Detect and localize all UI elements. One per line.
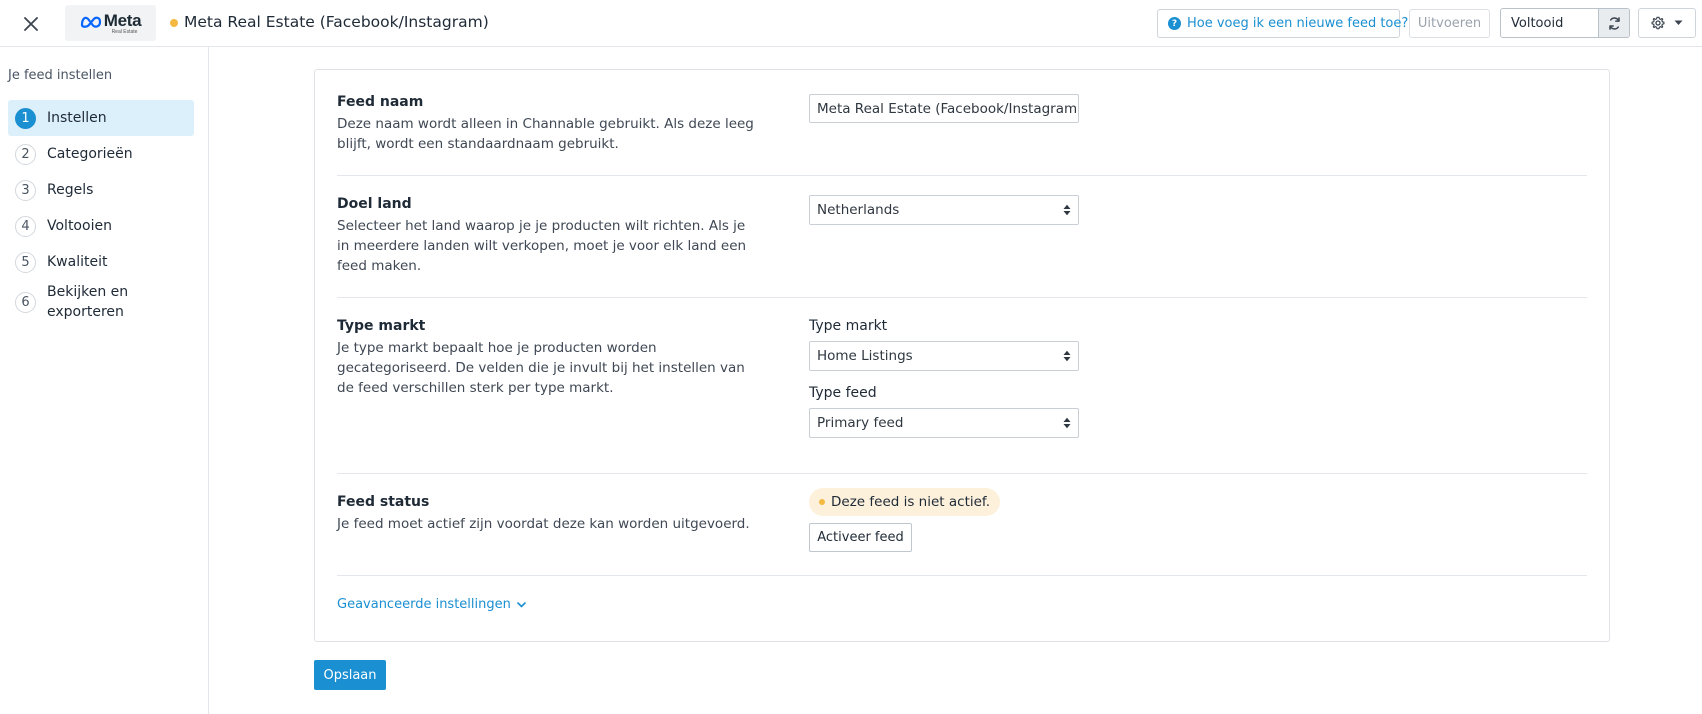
close-button[interactable] [18, 11, 44, 37]
run-button[interactable]: Uitvoeren [1409, 9, 1490, 38]
feed-status-section: Feed status Je feed moet actief zijn voo… [337, 488, 1587, 552]
step-instellen[interactable]: 1 Instellen [8, 100, 194, 136]
inactive-status-badge: Deze feed is niet actief. [809, 488, 1000, 516]
section-description: Deze naam wordt alleen in Channable gebr… [337, 116, 754, 152]
country-select-value: Netherlands [817, 202, 900, 218]
feed-name-field-col: Meta Real Estate (Facebook/Instagram) [809, 94, 1079, 123]
step-regels[interactable]: 3 Regels [8, 172, 194, 208]
country-select[interactable]: Netherlands [809, 195, 1079, 225]
close-icon [24, 17, 38, 31]
step-label: Bekijken en exporteren [47, 284, 129, 320]
status-badge-text: Deze feed is niet actief. [831, 494, 990, 510]
top-bar: Meta Real Estate Meta Real Estate (Faceb… [0, 0, 1702, 47]
step-number: 2 [15, 143, 36, 165]
feed-type-select[interactable]: Primary feed [809, 408, 1079, 438]
select-arrows-icon [1063, 350, 1071, 362]
step-number: 3 [15, 179, 36, 201]
step-label: Regels [47, 182, 94, 198]
step-number: 1 [15, 107, 36, 129]
sync-button[interactable] [1598, 9, 1629, 37]
step-bekijken-exporteren[interactable]: 6 Bekijken en exporteren [8, 280, 194, 324]
step-categorieen[interactable]: 2 Categorieën [8, 136, 194, 172]
section-description: Je feed moet actief zijn voordat deze ka… [337, 516, 750, 532]
chevron-down-icon [517, 601, 526, 607]
divider [337, 473, 1587, 474]
step-label: Voltooien [47, 218, 112, 234]
market-field-col: Type markt Home Listings Type feed Prima… [809, 318, 1079, 438]
status-field-col: Deze feed is niet actief. Activeer feed [809, 488, 1000, 552]
feed-type-value: Primary feed [817, 415, 904, 431]
channel-logo: Meta Real Estate [65, 5, 156, 41]
section-description: Je type markt bepaalt hoe je producten w… [337, 340, 745, 396]
step-label: Kwaliteit [47, 254, 108, 270]
step-voltooien[interactable]: 4 Voltooien [8, 208, 194, 244]
feed-type-label: Type feed [809, 385, 877, 401]
feed-title: Meta Real Estate (Facebook/Instagram) [184, 13, 489, 31]
market-type-label: Type markt [809, 318, 888, 334]
market-type-value: Home Listings [817, 348, 913, 364]
status-dot [819, 499, 825, 505]
status-dot [170, 19, 178, 27]
feed-settings-card: Feed naam Deze naam wordt alleen in Chan… [314, 69, 1610, 642]
advanced-settings-toggle[interactable]: Geavanceerde instellingen [337, 597, 526, 612]
status-label: Voltooid [1501, 9, 1598, 37]
step-number: 4 [15, 215, 36, 237]
sidebar-title: Je feed instellen [8, 68, 113, 83]
caret-down-icon [1674, 20, 1683, 25]
feed-name-input[interactable]: Meta Real Estate (Facebook/Instagram) [809, 94, 1079, 123]
step-number: 5 [15, 251, 36, 273]
feed-name-section: Feed naam Deze naam wordt alleen in Chan… [337, 94, 1587, 154]
advanced-settings-label: Geavanceerde instellingen [337, 597, 511, 612]
help-button[interactable]: ? Hoe voeg ik een nieuwe feed toe? [1157, 9, 1408, 38]
help-icon: ? [1168, 17, 1181, 30]
select-arrows-icon [1063, 204, 1071, 216]
step-label: Categorieën [47, 146, 133, 162]
step-number: 6 [15, 291, 36, 313]
save-button[interactable]: Opslaan [314, 660, 386, 690]
country-field-col: Netherlands [809, 195, 1079, 225]
step-label: Instellen [47, 110, 107, 126]
divider [337, 297, 1587, 298]
meta-logo-icon [80, 16, 101, 28]
setup-sidebar: Je feed instellen 1 Instellen 2 Categori… [0, 47, 209, 714]
market-type-section: Type markt Je type markt bepaalt hoe je … [337, 318, 1587, 438]
activate-feed-button[interactable]: Activeer feed [809, 523, 912, 552]
gear-icon [1651, 16, 1665, 30]
target-country-section: Doel land Selecteer het land waarop je j… [337, 195, 1587, 276]
logo-subtext: Real Estate [111, 29, 138, 35]
sync-icon [1608, 16, 1620, 30]
logo-text: Meta [103, 11, 142, 30]
settings-menu-button[interactable] [1638, 8, 1696, 38]
divider [337, 175, 1587, 176]
market-type-select[interactable]: Home Listings [809, 341, 1079, 371]
divider [337, 575, 1587, 576]
section-description: Selecteer het land waarop je je producte… [337, 218, 747, 274]
select-arrows-icon [1063, 417, 1071, 429]
help-button-label: Hoe voeg ik een nieuwe feed toe? [1187, 16, 1409, 31]
step-kwaliteit[interactable]: 5 Kwaliteit [8, 244, 194, 280]
status-control: Voltooid [1500, 8, 1630, 38]
